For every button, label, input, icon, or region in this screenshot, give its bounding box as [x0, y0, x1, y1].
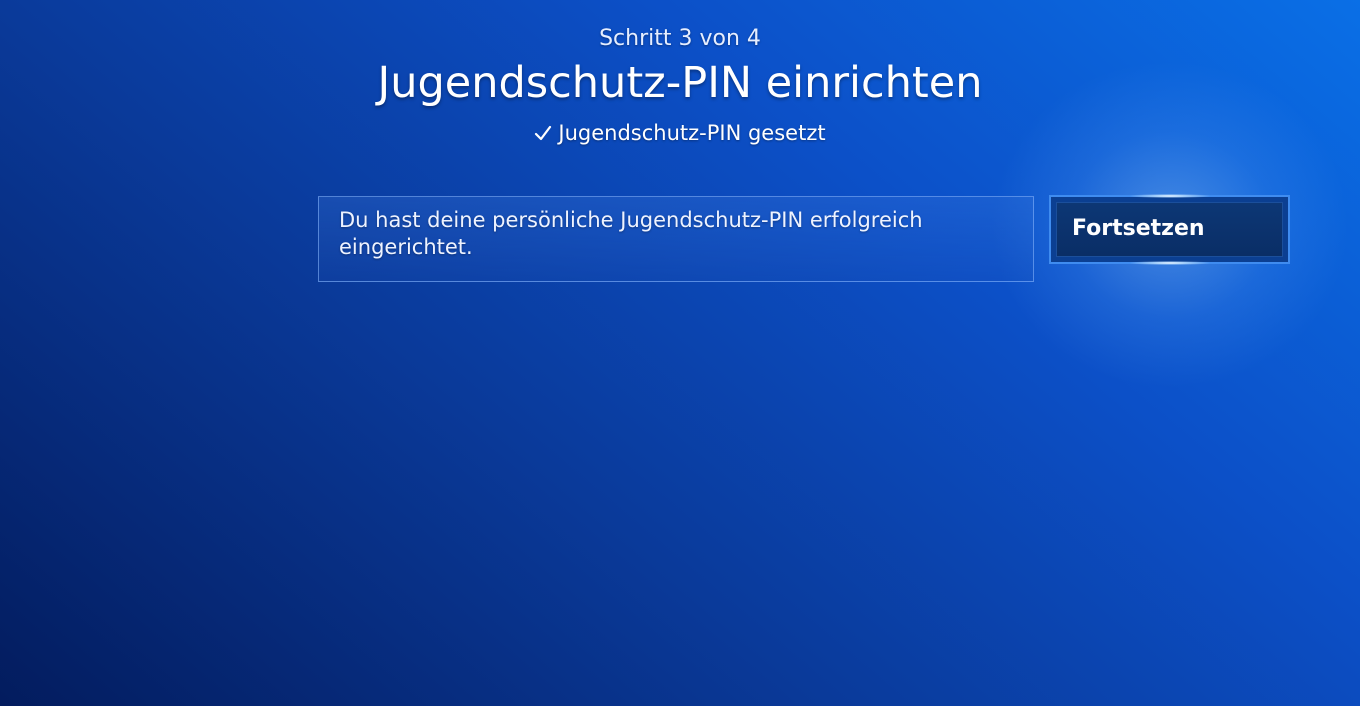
page-title: Jugendschutz-PIN einrichten — [377, 58, 983, 108]
focus-highlight-bottom — [1129, 261, 1210, 265]
check-icon — [535, 125, 552, 141]
status-line: Jugendschutz-PIN gesetzt — [0, 121, 1360, 145]
continue-button-label: Fortsetzen — [1072, 216, 1205, 241]
focus-highlight-top — [1129, 194, 1210, 198]
message-box: Du hast deine persönliche Jugendschutz-P… — [318, 196, 1034, 282]
message-text: Du hast deine persönliche Jugendschutz-P… — [339, 208, 923, 259]
continue-button-inner: Fortsetzen — [1056, 202, 1283, 257]
step-label: Schritt 3 von 4 — [599, 26, 761, 51]
status-text: Jugendschutz-PIN gesetzt — [558, 121, 826, 145]
continue-button[interactable]: Fortsetzen — [1049, 194, 1290, 265]
